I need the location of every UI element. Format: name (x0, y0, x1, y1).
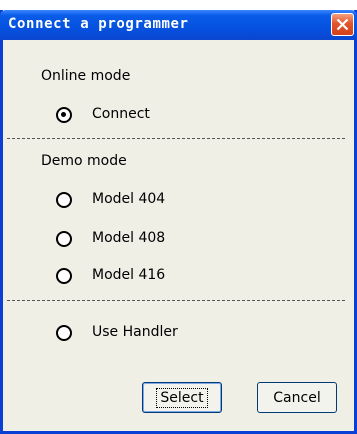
close-button[interactable] (331, 13, 354, 36)
select-button-label: Select (156, 387, 208, 408)
radio-model-404[interactable]: Model 404 (56, 191, 256, 211)
connect-programmer-dialog: Connect a programmer Online mode Connect… (0, 10, 357, 434)
cancel-button[interactable]: Cancel (257, 382, 337, 413)
radio-label-connect: Connect (92, 106, 150, 122)
radio-button[interactable] (56, 268, 72, 284)
radio-model-416[interactable]: Model 416 (56, 267, 256, 287)
radio-button[interactable] (56, 192, 72, 208)
radio-use-handler[interactable]: Use Handler (56, 324, 256, 344)
radio-connect[interactable]: Connect (56, 106, 256, 126)
window-title: Connect a programmer (8, 16, 189, 32)
radio-model-408[interactable]: Model 408 (56, 230, 256, 250)
close-icon (336, 18, 349, 31)
cancel-button-label: Cancel (273, 389, 321, 406)
separator-demo (7, 300, 345, 301)
radio-label-model-408: Model 408 (92, 230, 166, 246)
radio-label-model-416: Model 416 (92, 267, 166, 283)
title-bar[interactable]: Connect a programmer (0, 10, 357, 40)
radio-label-model-404: Model 404 (92, 191, 166, 207)
online-mode-label: Online mode (41, 68, 131, 84)
select-button[interactable]: Select (142, 382, 222, 413)
radio-button-selected[interactable] (56, 107, 72, 123)
separator-online (7, 138, 345, 139)
radio-button[interactable] (56, 231, 72, 247)
radio-label-use-handler: Use Handler (92, 324, 178, 340)
radio-button[interactable] (56, 325, 72, 341)
demo-mode-label: Demo mode (41, 153, 127, 169)
